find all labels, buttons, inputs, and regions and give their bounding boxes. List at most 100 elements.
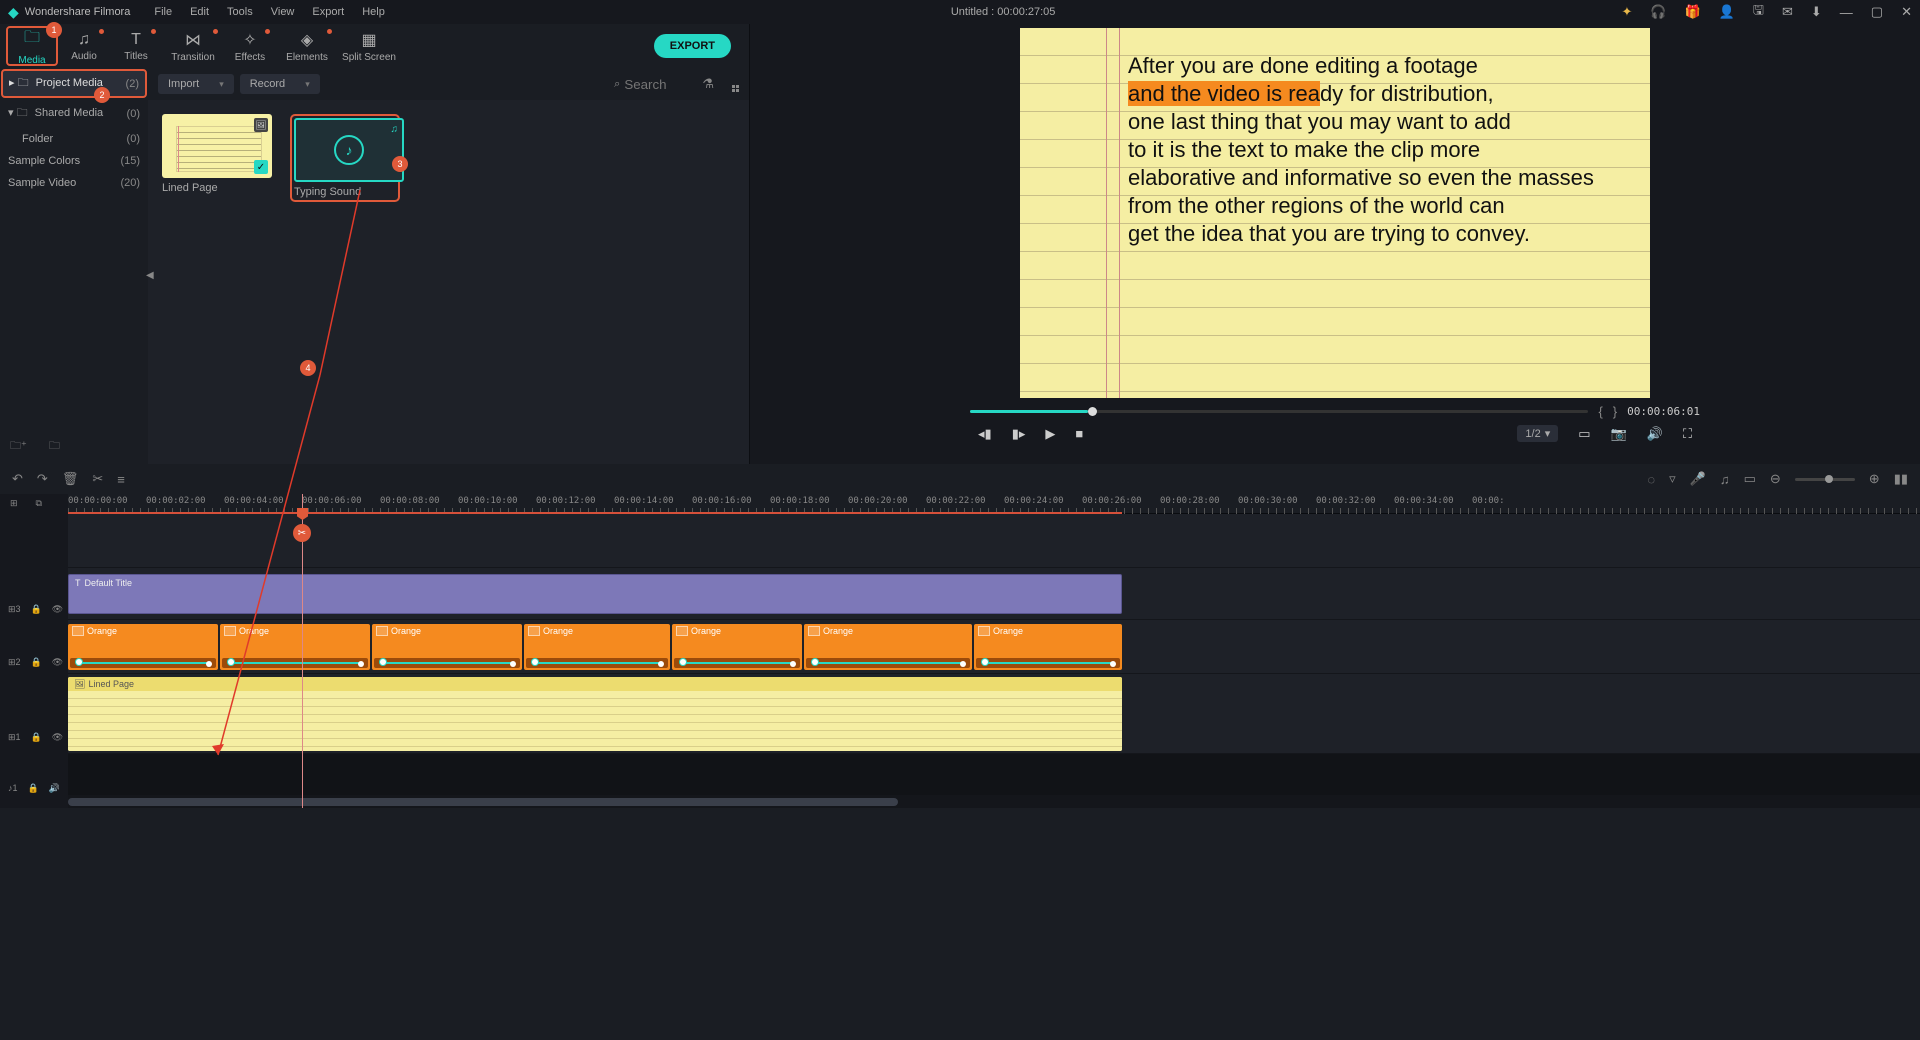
mark-in-icon[interactable]: { bbox=[1598, 404, 1602, 419]
headphones-icon[interactable]: 🎧 bbox=[1650, 4, 1666, 20]
account-icon[interactable]: 👤 bbox=[1719, 4, 1735, 20]
menu-tools[interactable]: Tools bbox=[227, 6, 253, 18]
clip-orange[interactable]: Orange bbox=[372, 624, 522, 670]
clip-lined-page[interactable]: 🖼Lined Page bbox=[68, 677, 1122, 751]
tab-media[interactable]: 🗀 Media 1 bbox=[6, 26, 58, 66]
track-titles[interactable]: TDefault Title bbox=[68, 568, 1920, 620]
link-icon[interactable]: ⧉ bbox=[36, 498, 42, 509]
menu-edit[interactable]: Edit bbox=[190, 6, 209, 18]
lock-icon[interactable]: 🔒 bbox=[31, 732, 42, 743]
delete-icon[interactable]: 🗑 bbox=[62, 471, 79, 487]
render-icon[interactable]: ◌ bbox=[1647, 472, 1655, 487]
sidebar-item-sample-colors[interactable]: Sample Colors (15) bbox=[0, 150, 148, 172]
tab-transition[interactable]: ⋈ Transition bbox=[162, 26, 224, 66]
progress-thumb[interactable] bbox=[1088, 407, 1097, 416]
new-folder-icon[interactable]: 🗀⁺ bbox=[10, 437, 27, 456]
gift-icon[interactable]: 🎁 bbox=[1685, 4, 1701, 20]
track-video-1[interactable]: 🖼Lined Page bbox=[68, 674, 1920, 754]
redo-icon[interactable]: ↷ bbox=[37, 471, 48, 487]
tab-titles[interactable]: T Titles bbox=[110, 26, 162, 66]
visibility-icon[interactable]: 👁 bbox=[52, 604, 63, 615]
menu-file[interactable]: File bbox=[154, 6, 172, 18]
tracks-area[interactable]: 00:00:00:00 00:00:02:00 00:00:04:00 00:0… bbox=[68, 494, 1920, 808]
split-icon[interactable]: ✂ bbox=[92, 471, 103, 487]
track-header-audio-1[interactable]: ♪1🔒🔊 bbox=[0, 760, 68, 802]
collapse-handle-icon[interactable]: ◀ bbox=[146, 270, 154, 281]
tab-elements[interactable]: ◈ Elements bbox=[276, 26, 338, 66]
prev-frame-icon[interactable]: ◂▮ bbox=[978, 426, 992, 442]
track-header-3[interactable]: ⊞3🔒👁 bbox=[0, 574, 68, 626]
visibility-icon[interactable]: 👁 bbox=[52, 732, 63, 743]
search-input[interactable] bbox=[624, 77, 684, 92]
mixer-icon[interactable]: ♫ bbox=[1720, 472, 1730, 487]
zoom-fit-icon[interactable]: ▮▮ bbox=[1894, 471, 1908, 487]
menu-help[interactable]: Help bbox=[362, 6, 385, 18]
adjust-icon[interactable]: ≡ bbox=[117, 472, 125, 487]
fullscreen-icon[interactable]: ⛶ bbox=[1683, 426, 1692, 442]
marker-icon[interactable]: ▿ bbox=[1669, 471, 1676, 487]
download-icon[interactable]: ⬇ bbox=[1811, 4, 1822, 20]
track-video-2[interactable]: Orange Orange Orange Orange Orange Orang… bbox=[68, 620, 1920, 674]
clip-orange[interactable]: Orange bbox=[220, 624, 370, 670]
lock-icon[interactable]: 🔒 bbox=[31, 657, 42, 668]
sidebar-item-project-media[interactable]: ▸ 🗀 Project Media (2) 2 bbox=[1, 69, 147, 98]
play-back-icon[interactable]: ▮▸ bbox=[1012, 426, 1026, 442]
sidebar-item-folder[interactable]: Folder (0) bbox=[0, 128, 148, 150]
clip-orange[interactable]: Orange bbox=[524, 624, 670, 670]
close-icon[interactable]: ✕ bbox=[1901, 4, 1912, 20]
track-header-2[interactable]: ⊞2🔒👁 bbox=[0, 626, 68, 680]
zoom-in-icon[interactable]: ⊕ bbox=[1869, 471, 1880, 487]
stop-icon[interactable]: ■ bbox=[1075, 426, 1083, 441]
time-ruler[interactable]: 00:00:00:00 00:00:02:00 00:00:04:00 00:0… bbox=[68, 494, 1920, 514]
zoom-out-icon[interactable]: ⊖ bbox=[1770, 471, 1781, 487]
filter-icon[interactable]: ⚗ bbox=[702, 76, 714, 92]
sidebar-item-sample-video[interactable]: Sample Video (20) bbox=[0, 172, 148, 194]
display-page-selector[interactable]: 1/2 ▾ bbox=[1517, 425, 1558, 442]
maximize-icon[interactable]: ▢ bbox=[1871, 4, 1883, 20]
search-box[interactable]: ⌕ bbox=[614, 77, 684, 92]
keyframe-icon[interactable]: ▭ bbox=[1744, 471, 1756, 487]
mark-out-icon[interactable]: } bbox=[1613, 404, 1617, 419]
preview-progress[interactable] bbox=[970, 410, 1588, 413]
record-dropdown[interactable]: Record bbox=[240, 74, 320, 94]
menu-export[interactable]: Export bbox=[312, 6, 344, 18]
tips-icon[interactable]: ✦ bbox=[1621, 4, 1632, 20]
mail-icon[interactable]: ✉ bbox=[1782, 4, 1793, 20]
clip-orange[interactable]: Orange bbox=[68, 624, 218, 670]
play-icon[interactable]: ▶ bbox=[1045, 426, 1055, 442]
grid-view-icon[interactable] bbox=[732, 76, 739, 92]
volume-icon[interactable]: 🔊 bbox=[1647, 426, 1663, 442]
display-mode-icon[interactable]: ▭ bbox=[1578, 426, 1590, 442]
media-item-typing-sound[interactable]: ♪ ♫ Typing Sound 3 bbox=[290, 114, 400, 202]
playhead[interactable]: ✂ bbox=[302, 494, 303, 808]
clip-orange[interactable]: Orange bbox=[672, 624, 802, 670]
voiceover-icon[interactable]: 🎤 bbox=[1690, 471, 1706, 487]
import-dropdown[interactable]: Import bbox=[158, 74, 234, 94]
clip-orange[interactable]: Orange bbox=[804, 624, 972, 670]
timeline-scrollbar[interactable] bbox=[68, 796, 1920, 808]
track-audio-1[interactable] bbox=[68, 754, 1920, 796]
export-button[interactable]: EXPORT bbox=[654, 34, 731, 58]
open-folder-icon[interactable]: 🗀 bbox=[49, 437, 60, 456]
scrollbar-handle[interactable] bbox=[68, 798, 898, 806]
minimize-icon[interactable]: — bbox=[1840, 5, 1853, 20]
sidebar-item-shared-media[interactable]: ▾ 🗀 Shared Media (0) bbox=[0, 99, 148, 128]
track-menu-icon[interactable]: ⊞ bbox=[10, 498, 18, 509]
media-item-lined-page[interactable]: 🖼 ✓ Lined Page bbox=[162, 114, 272, 194]
tab-split-screen[interactable]: ▦ Split Screen bbox=[338, 26, 400, 66]
clip-default-title[interactable]: TDefault Title bbox=[68, 574, 1122, 614]
track-header-1[interactable]: ⊞1🔒👁 bbox=[0, 680, 68, 760]
snapshot-icon[interactable]: 📷 bbox=[1611, 426, 1627, 442]
tab-effects[interactable]: ✧ Effects bbox=[224, 26, 276, 66]
lock-icon[interactable]: 🔒 bbox=[31, 604, 42, 615]
scissor-icon[interactable]: ✂ bbox=[293, 524, 311, 542]
menu-view[interactable]: View bbox=[271, 6, 295, 18]
tab-audio[interactable]: ♫ Audio bbox=[58, 26, 110, 66]
mute-icon[interactable]: 🔊 bbox=[49, 783, 60, 794]
zoom-slider[interactable] bbox=[1795, 478, 1855, 481]
visibility-icon[interactable]: 👁 bbox=[52, 657, 63, 668]
save-icon[interactable]: 🖫 bbox=[1753, 1, 1764, 23]
clip-orange[interactable]: Orange bbox=[974, 624, 1122, 670]
undo-icon[interactable]: ↶ bbox=[12, 471, 23, 487]
lock-icon[interactable]: 🔒 bbox=[28, 783, 39, 794]
